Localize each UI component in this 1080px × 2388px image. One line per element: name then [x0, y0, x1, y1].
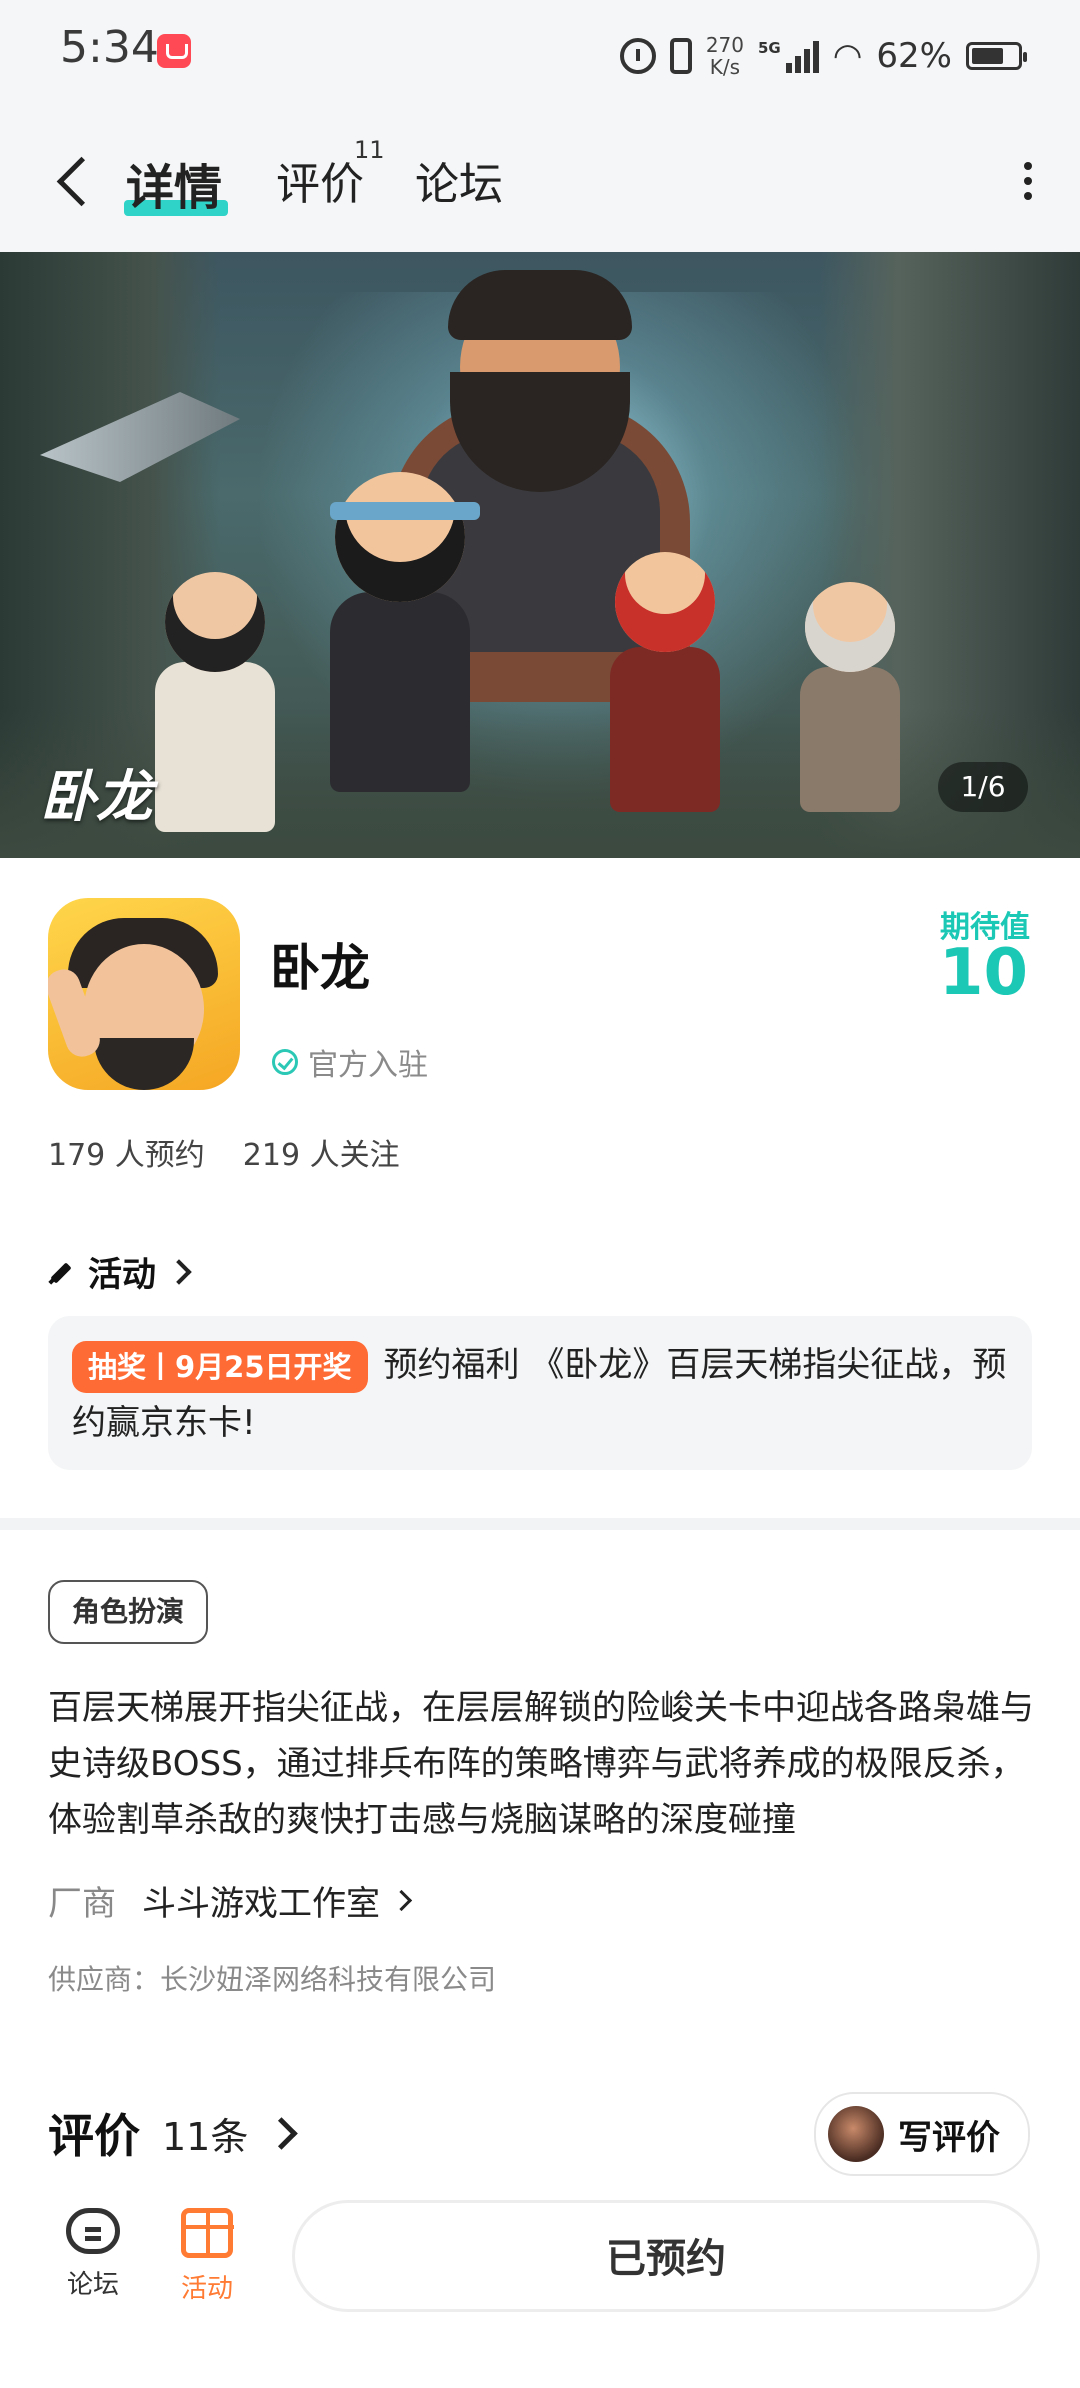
banner-game-logo: 卧龙: [40, 764, 152, 830]
back-arrow-icon[interactable]: [54, 152, 94, 208]
bottom-activity-button[interactable]: 活动: [152, 2208, 262, 2305]
verified-label: 官方入驻: [308, 1048, 428, 1083]
tab-forum[interactable]: 论坛: [415, 148, 503, 212]
review-title: 评价: [48, 2109, 140, 2163]
chevron-right-icon: [166, 1258, 192, 1285]
wifi-icon: ◠: [832, 36, 863, 76]
hero-illustration: [300, 472, 500, 802]
supplier-text: 供应商：长沙妞泽网络科技有限公司: [48, 1963, 497, 1996]
tab-review-count: 11: [354, 136, 385, 164]
chevron-right-icon: [390, 1889, 413, 1912]
app-name: 卧龙: [270, 939, 370, 997]
vendor-row[interactable]: 厂商 斗斗游戏工作室: [48, 1876, 413, 1925]
tab-forum-label: 论坛: [415, 159, 503, 210]
write-review-button[interactable]: 写评价: [814, 2092, 1030, 2176]
chevron-right-icon: [265, 2116, 299, 2150]
game-description: 百层天梯展开指尖征战，在层层解锁的险峻关卡中迎战各路枭雄与史诗级BOSS，通过排…: [48, 1688, 1034, 1840]
review-count: 11条: [162, 2114, 249, 2159]
game-banner-carousel[interactable]: 卧龙 1/6: [0, 252, 1080, 858]
write-review-label: 写评价: [898, 2117, 1000, 2158]
genre-tag[interactable]: 角色扮演: [48, 1580, 209, 1644]
bottom-action-bar: 论坛 活动 已预约: [0, 2180, 1080, 2388]
chat-bubble-icon: [66, 2208, 120, 2254]
network-type: 5G: [758, 39, 781, 57]
signal-icon: 5G: [758, 39, 819, 73]
net-speed-unit: K/s: [709, 55, 741, 79]
activity-section-header[interactable]: 活动: [48, 1247, 192, 1296]
vibrate-icon: [669, 38, 692, 74]
section-divider: [0, 1518, 1080, 1530]
tab-detail-label: 详情: [126, 160, 223, 216]
hero-illustration: [140, 572, 290, 832]
more-options-icon[interactable]: [1022, 162, 1034, 202]
pin-icon: [48, 1259, 74, 1285]
reserve-count: 179 人预约: [48, 1138, 205, 1173]
status-time: 5:34: [60, 22, 159, 73]
follow-count: 219 人关注: [242, 1138, 400, 1173]
verified-badge: 官方入驻: [272, 1040, 428, 1084]
alarm-icon: [619, 38, 656, 74]
top-navbar: 详情 评价 11 论坛: [0, 110, 1080, 252]
net-speed: 270 K/s: [706, 34, 744, 78]
gift-icon: [181, 2208, 234, 2258]
bottom-forum-label: 论坛: [66, 2270, 119, 2300]
tab-detail[interactable]: 详情: [124, 148, 229, 218]
status-icons: 270 K/s 5G ◠ 62%: [619, 26, 1027, 86]
battery-icon: [966, 42, 1027, 70]
net-speed-value: 270: [705, 33, 744, 57]
app-stats: 179 人预约 219 人关注: [48, 1130, 400, 1174]
reserved-button[interactable]: 已预约: [292, 2200, 1040, 2312]
activity-title: 活动: [88, 1255, 156, 1295]
status-bar: 5:34 270 K/s 5G ◠ 62%: [0, 0, 1080, 110]
tab-review[interactable]: 评价 11: [276, 136, 385, 212]
hero-illustration: [780, 582, 920, 812]
banner-pager: 1/6: [938, 762, 1028, 812]
check-circle-icon: [272, 1049, 298, 1075]
lottery-badge: 抽奖丨9月25日开奖: [72, 1340, 368, 1393]
app-icon: [48, 898, 240, 1090]
bottom-activity-label: 活动: [180, 2274, 233, 2304]
review-section-header[interactable]: 评价 11条: [48, 2100, 299, 2166]
battery-percent: 62%: [876, 36, 952, 76]
tab-review-label: 评价: [276, 159, 364, 210]
vendor-name: 斗斗游戏工作室: [142, 1884, 380, 1924]
activity-card[interactable]: 抽奖丨9月25日开奖 预约福利 《卧龙》百层天梯指尖征战，预约赢京东卡!: [48, 1316, 1032, 1470]
notification-app-icon: [157, 34, 191, 68]
vendor-label: 厂商: [48, 1884, 116, 1924]
expectation-score: 10: [938, 936, 1028, 1010]
bottom-forum-button[interactable]: 论坛: [38, 2208, 148, 2301]
hero-illustration: [590, 552, 740, 812]
user-avatar: [828, 2106, 884, 2162]
